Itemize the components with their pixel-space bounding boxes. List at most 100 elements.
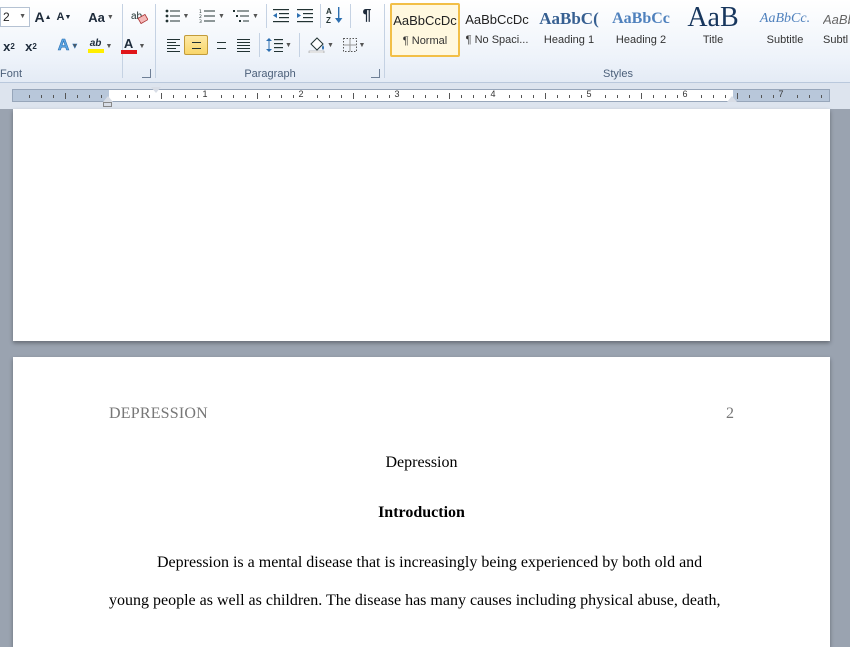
style-subtitle[interactable]: AaBbCc. Subtitle [750,3,820,57]
ruler-number: 7 [778,89,784,99]
highlight-label: ab [89,38,102,49]
line-spacing-icon [266,38,284,52]
align-right-button[interactable] [208,35,230,55]
styles-group-label: Styles [603,68,633,80]
ruler-number: 3 [394,89,400,99]
subscript-button[interactable]: x2 [0,36,18,56]
font-color-button[interactable]: A ▼ [118,36,148,56]
borders-button[interactable]: ▼ [339,35,369,55]
line-spacing-button[interactable]: ▼ [264,35,294,55]
style-title[interactable]: AaB Title [678,3,748,57]
font-size-value: 2 [3,10,10,24]
ruler-tick [137,95,138,98]
paragraph-line-2: young people as well as children. The di… [109,592,721,609]
divider [259,33,260,57]
chevron-down-icon: ▼ [138,42,146,50]
ruler-tick [329,95,330,98]
chevron-down-icon: ▼ [327,41,334,49]
style-subtle-emphasis[interactable]: AaBbCc Subtl [822,3,850,57]
align-right-icon [213,39,226,52]
paragraph-dialog-launcher[interactable] [371,69,380,78]
align-center-button[interactable] [184,35,208,55]
sort-button[interactable]: A Z [324,5,346,25]
text-effects-button[interactable]: A ▼ [54,36,82,56]
font-size-box[interactable]: 2 ▼ [0,7,30,27]
justify-icon [236,38,250,52]
ruler-tick [89,95,90,98]
show-marks-button[interactable]: ¶ [356,6,378,26]
chevron-down-icon: ▼ [71,42,79,50]
shrink-font-button[interactable]: A ▼ [55,7,73,27]
style-name: ¶ No Spaci... [465,34,529,46]
highlighter-icon: ab [87,38,104,53]
ruler-tick [29,95,30,98]
page-2[interactable]: DEPRESSION 2 Depression Introduction Dep… [13,357,830,647]
ruler-tick [809,95,810,98]
ruler-tick [257,93,258,99]
ruler-tick [161,93,162,99]
style-sample: AaBbCcDc [393,12,457,28]
style-no-spacing[interactable]: AaBbCcDc ¶ No Spaci... [462,3,532,57]
ruler-tick [197,95,198,98]
style-heading-1[interactable]: AaBbC( Heading 1 [534,3,604,57]
right-indent-marker[interactable] [727,96,737,102]
page-1[interactable] [13,109,830,341]
horizontal-ruler[interactable]: 1 2 3 4 5 6 7 [12,89,830,102]
style-heading-2[interactable]: AaBbCc Heading 2 [606,3,676,57]
ruler-tick [341,95,342,98]
ruler-tick [425,95,426,98]
sort-icon: A Z [326,7,343,24]
section-heading: Introduction [378,504,465,521]
running-header: DEPRESSION [109,405,208,422]
justify-button[interactable] [232,35,254,55]
multilevel-list-button[interactable]: ▼ [231,6,261,26]
decrease-indent-icon [273,9,289,23]
chevron-down-icon[interactable]: ▼ [19,8,26,26]
chevron-down-icon: ▼ [285,41,292,49]
divider [266,4,267,28]
ruler-tick [53,95,54,98]
ruler-tick [173,95,174,98]
ruler-tick [233,95,234,98]
paragraph-line-1: Depression is a mental disease that is i… [157,554,703,571]
increase-indent-icon [297,9,313,23]
font-color-icon: A [120,37,137,54]
decrease-indent-button[interactable] [270,6,292,26]
multilevel-list-icon [233,10,250,22]
ruler-tick [773,95,774,98]
superscript-button[interactable]: x2 [22,36,40,56]
shading-button[interactable]: ▼ [306,35,336,55]
ruler-number: 1 [202,89,208,99]
font-group-label: Font [0,68,23,80]
ruler-tick [821,95,822,98]
shrink-font-icon: A [56,11,65,23]
grow-font-button[interactable]: A ▲ [34,7,52,27]
highlight-button[interactable]: ab ▼ [85,36,115,56]
clear-formatting-icon: ab [131,11,148,24]
increase-indent-button[interactable] [294,6,316,26]
ruler-number: 5 [586,89,592,99]
first-line-indent-marker[interactable] [151,87,161,93]
ruler-bar: 1 2 3 4 5 6 7 [0,83,850,109]
style-sample: AaBbCc. [759,11,811,26]
bullets-button[interactable]: ▼ [162,6,192,26]
ruler-tick [749,95,750,98]
superscript-icon: x [25,38,33,54]
ruler-tick [761,95,762,98]
ruler-tick [737,93,738,99]
ruler-tick [557,95,558,98]
font-dialog-launcher[interactable] [142,69,151,78]
align-left-button[interactable] [162,35,184,55]
style-normal[interactable]: AaBbCcDc ¶ Normal [390,3,460,57]
align-left-icon [166,38,180,52]
style-name: ¶ Normal [402,35,448,47]
ruler-tick [473,95,474,98]
left-indent-marker[interactable] [103,102,112,107]
ribbon: 2 ▼ A ▲ A ▼ Aa ▼ ab x2 x2 A ▼ ab ▼ A ▼ F… [0,0,850,83]
clear-formatting-button[interactable]: ab [128,6,150,26]
borders-icon [342,38,357,52]
change-case-button[interactable]: Aa ▼ [86,7,116,27]
ruler-tick [545,93,546,99]
ruler-tick [797,95,798,98]
numbering-button[interactable]: 1 2 3 ▼ [196,6,228,26]
